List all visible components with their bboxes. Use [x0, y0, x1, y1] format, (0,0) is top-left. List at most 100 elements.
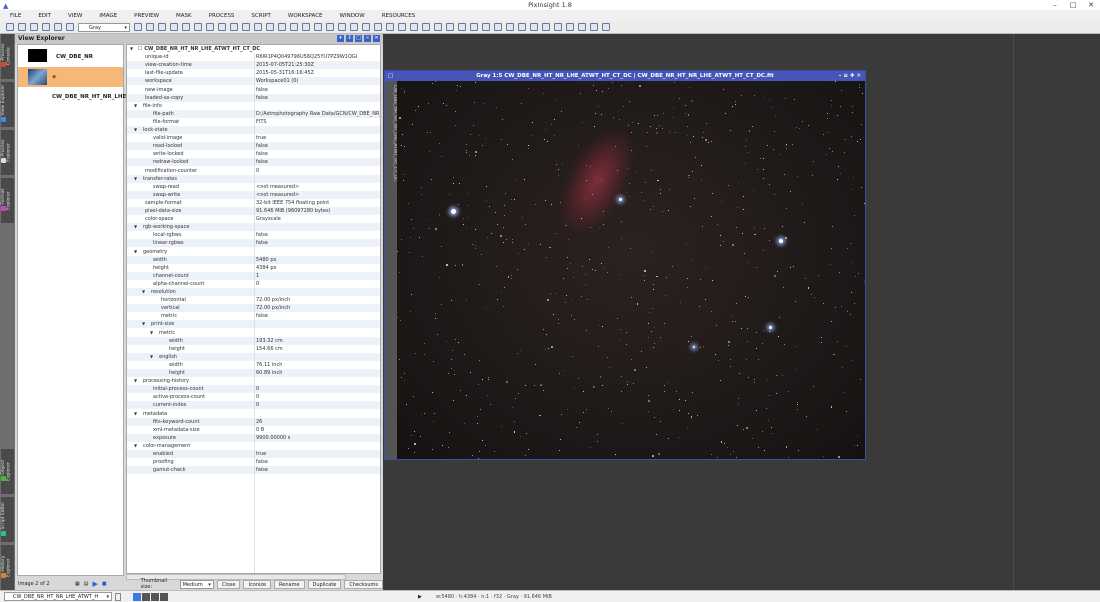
play-icon[interactable]: ▶: [418, 594, 422, 600]
dock-tab[interactable]: Script Editor: [1, 497, 14, 542]
menu-edit[interactable]: EDIT: [38, 13, 51, 19]
dock-tab[interactable]: Format Explorer: [1, 178, 14, 223]
toolbar-icon[interactable]: [278, 23, 286, 31]
close-window-button[interactable]: ✕: [1082, 0, 1100, 10]
iconize-button[interactable]: Iconize: [243, 579, 272, 589]
star: [619, 274, 620, 276]
menu-script[interactable]: SCRIPT: [251, 13, 270, 19]
star: [688, 87, 690, 88]
view-item-selected[interactable]: ◆ CW_DBE_NR_HT_NR_LHE...: [18, 67, 133, 100]
dock-tab[interactable]: Process Explorer: [1, 130, 14, 175]
toolbar-icon[interactable]: [134, 23, 142, 31]
menu-icon[interactable]: ▾: [337, 35, 344, 42]
toolbar-icon[interactable]: [338, 23, 346, 31]
float-icon[interactable]: □: [355, 35, 362, 42]
menu-process[interactable]: PROCESS: [209, 13, 235, 19]
toolbar-icon[interactable]: [66, 23, 74, 31]
toolbar-icon[interactable]: [194, 23, 202, 31]
toolbar-icon[interactable]: [362, 23, 370, 31]
toolbar-icon[interactable]: [266, 23, 274, 31]
toolbar-icon[interactable]: [290, 23, 298, 31]
toolbar-icon[interactable]: [242, 23, 250, 31]
toolbar-icon[interactable]: [446, 23, 454, 31]
toolbar-icon[interactable]: [230, 23, 238, 31]
image-side-tab[interactable]: CW_DBE_NR_HT_NR_LHE_ATWT_HT_CT_DC: [385, 81, 397, 459]
checksums-button[interactable]: Checksums: [344, 579, 383, 589]
toolbar-icon[interactable]: [542, 23, 550, 31]
toolbar-icon[interactable]: [158, 23, 166, 31]
toolbar-icon[interactable]: [350, 23, 358, 31]
toolbar-icon[interactable]: [206, 23, 214, 31]
toolbar-icon[interactable]: [578, 23, 586, 31]
menu-view[interactable]: VIEW: [68, 13, 82, 19]
toolbar-icon[interactable]: [218, 23, 226, 31]
dock-tab[interactable]: Process Console: [1, 34, 14, 79]
toolbar-icon[interactable]: [506, 23, 514, 31]
toolbar-icon[interactable]: [590, 23, 598, 31]
tree-root[interactable]: ▼ ☐ CW_DBE_NR_HT_NR_LHE_ATWT_HT_CT_DC: [127, 45, 380, 54]
toolbar-icon[interactable]: [182, 23, 190, 31]
close-button[interactable]: Close: [216, 579, 241, 589]
collapse-icon[interactable]: «: [364, 35, 371, 42]
toolbar-icon[interactable]: [314, 23, 322, 31]
toolbar-icon[interactable]: [398, 23, 406, 31]
star: [751, 438, 753, 439]
menu-preview[interactable]: PREVIEW: [134, 13, 159, 19]
toolbar-icon[interactable]: [566, 23, 574, 31]
toolbar-icon[interactable]: [458, 23, 466, 31]
menu-resources[interactable]: RESOURCES: [382, 13, 416, 19]
toolbar-icon[interactable]: [170, 23, 178, 31]
toolbar-icon[interactable]: [434, 23, 442, 31]
toolbar-icon[interactable]: [422, 23, 430, 31]
toolbar-icon[interactable]: [254, 23, 262, 31]
workspace-buttons[interactable]: [133, 592, 168, 601]
toolbar-icon[interactable]: [42, 23, 50, 31]
menu-mask[interactable]: MASK: [176, 13, 192, 19]
menu-image[interactable]: IMAGE: [99, 13, 117, 19]
star: [559, 450, 561, 452]
toolbar-icon[interactable]: [302, 23, 310, 31]
dock-tab[interactable]: Object Explorer: [1, 449, 14, 494]
image-window[interactable]: □ Gray 1:5 CW_DBE_NR_HT_NR_LHE_ATWT_HT_CT…: [384, 70, 866, 460]
close-icon[interactable]: ✕: [373, 35, 380, 42]
toolbar-icon[interactable]: [494, 23, 502, 31]
rename-button[interactable]: Rename: [274, 579, 305, 589]
toolbar-icon[interactable]: [326, 23, 334, 31]
channel-select[interactable]: Gray: [78, 22, 130, 32]
menu-file[interactable]: FILE: [10, 13, 21, 19]
toolbar-icon[interactable]: [530, 23, 538, 31]
toolbar-icon[interactable]: [374, 23, 382, 31]
toolbar-icon[interactable]: [518, 23, 526, 31]
toolbar-icon[interactable]: [470, 23, 478, 31]
toolbar-icon[interactable]: [554, 23, 562, 31]
astro-image[interactable]: [397, 81, 865, 459]
view-selector[interactable]: CW_DBE_NR_HT_NR_LHE_ATWT_H: [4, 592, 112, 601]
toolbar-icon[interactable]: [6, 23, 14, 31]
toolbar-icon[interactable]: [410, 23, 418, 31]
star: [688, 177, 690, 178]
play-icon[interactable]: ▶: [93, 580, 98, 588]
toolbar-icon[interactable]: [482, 23, 490, 31]
star: [451, 359, 453, 361]
maximize-button[interactable]: □: [1064, 0, 1082, 10]
toolbar-icon[interactable]: [18, 23, 26, 31]
dock-tab[interactable]: History Explorer: [1, 545, 14, 590]
toolbar-icon[interactable]: [146, 23, 154, 31]
minimize-button[interactable]: –: [1046, 0, 1064, 10]
window-controls-icon[interactable]: – ≡ ✚ ✕: [839, 71, 861, 81]
grid-view-icon[interactable]: ▦: [75, 581, 80, 587]
list-view-icon[interactable]: ▤: [84, 581, 89, 587]
toolbar-icon[interactable]: [386, 23, 394, 31]
toolbar-icon[interactable]: [30, 23, 38, 31]
menu-workspace[interactable]: WORKSPACE: [288, 13, 323, 19]
pin-icon[interactable]: ↕: [346, 35, 353, 42]
thumbnail-size-select[interactable]: Medium: [179, 579, 214, 589]
stop-icon[interactable]: ■: [102, 581, 107, 587]
toolbar-icon[interactable]: [602, 23, 610, 31]
duplicate-button[interactable]: Duplicate: [307, 579, 342, 589]
menu-window[interactable]: WINDOW: [340, 13, 365, 19]
toolbar-icon[interactable]: [54, 23, 62, 31]
dock-tab[interactable]: View Explorer: [1, 82, 14, 127]
lock-icon[interactable]: [115, 592, 121, 601]
view-item[interactable]: CW_DBE_NR: [18, 47, 123, 67]
